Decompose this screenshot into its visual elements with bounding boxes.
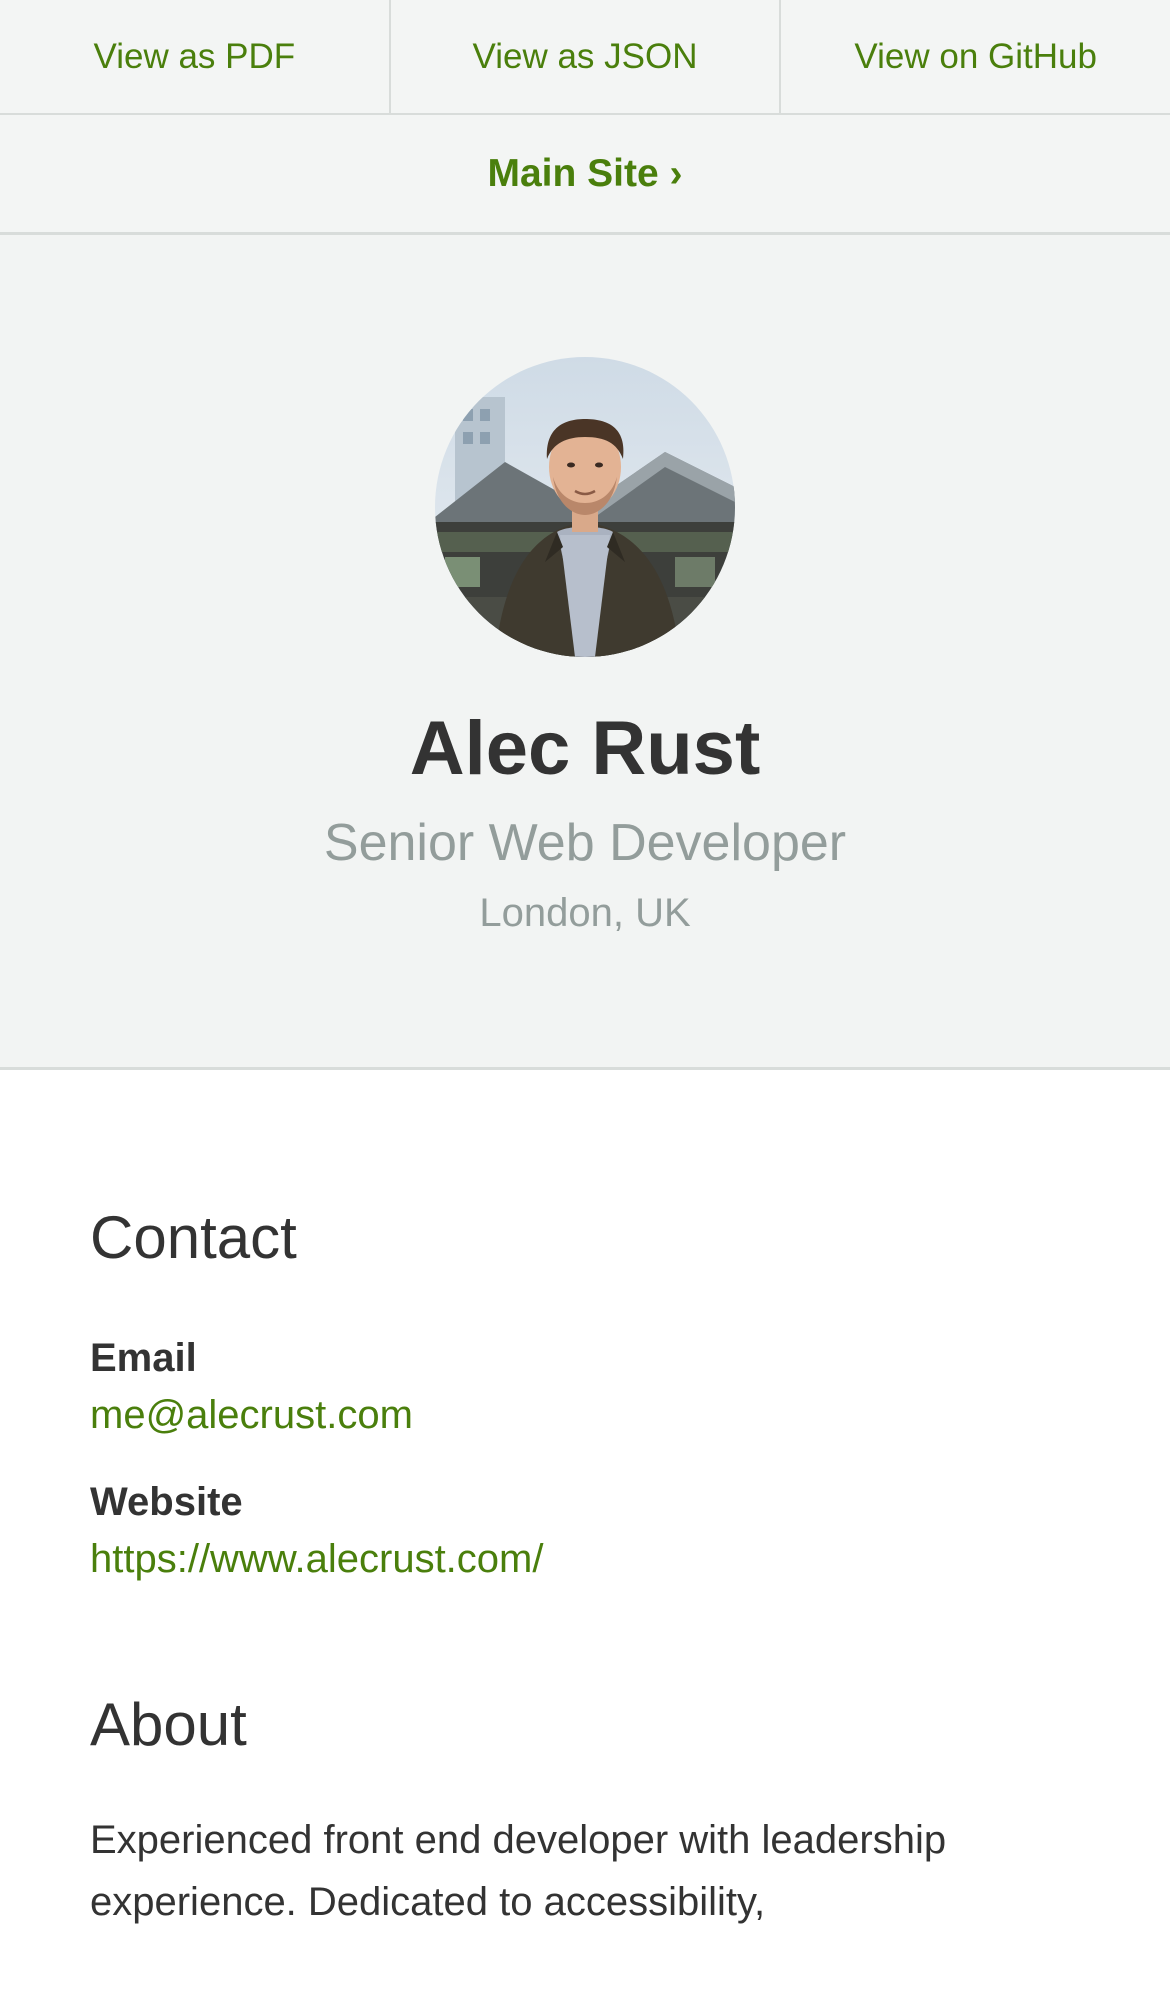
main-content: Contact Email me@alecrust.com Website ht… (0, 1070, 1170, 1933)
view-as-json-link[interactable]: View as JSON (391, 0, 782, 113)
website-link[interactable]: https://www.alecrust.com/ (90, 1537, 1080, 1582)
main-site-link[interactable]: Main Site › (487, 152, 682, 196)
email-link[interactable]: me@alecrust.com (90, 1393, 1080, 1438)
profile-role: Senior Web Developer (323, 814, 847, 872)
main-site-bar: Main Site › (0, 115, 1170, 235)
about-text: Experienced front end developer with lea… (90, 1818, 947, 1924)
contact-heading: Contact (90, 1204, 297, 1271)
about-heading: About (90, 1691, 247, 1758)
profile-name: Alec Rust (409, 706, 761, 791)
view-as-pdf-link[interactable]: View as PDF (0, 0, 391, 113)
website-label: Website (90, 1480, 243, 1524)
contact-section: Contact Email me@alecrust.com Website ht… (90, 1070, 1080, 1582)
avatar (435, 357, 735, 657)
avatar-photo-icon (435, 357, 735, 657)
profile-location: London, UK (479, 891, 691, 935)
view-on-github-link[interactable]: View on GitHub (781, 0, 1170, 113)
top-navigation: View as PDF View as JSON View on GitHub (0, 0, 1170, 115)
about-section: About Experienced front end developer wi… (90, 1690, 1080, 1933)
email-label: Email (90, 1336, 197, 1380)
profile-header: Alec Rust Senior Web Developer London, U… (0, 235, 1170, 1070)
